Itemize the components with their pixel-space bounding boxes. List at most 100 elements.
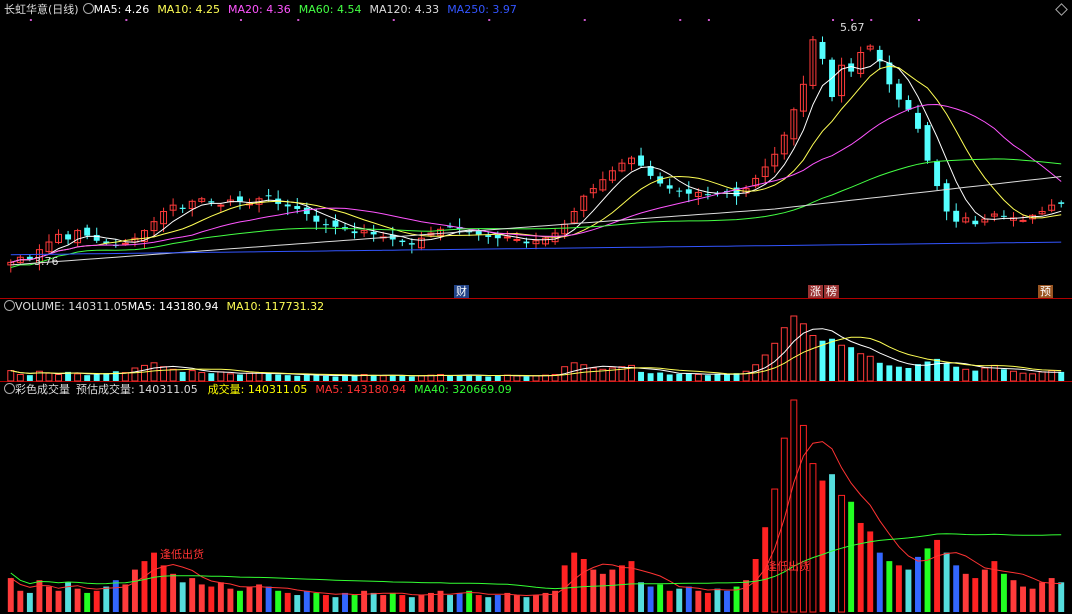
volume-bar: [475, 375, 482, 381]
volume-bar: [303, 374, 310, 381]
volume-bar: [676, 373, 683, 381]
volume-bar: [284, 375, 291, 381]
candle-down: [284, 204, 291, 207]
color-volume-bar: [647, 586, 654, 612]
color-volume-bar: [838, 494, 846, 613]
color-volume-bar: [1020, 586, 1026, 612]
volume-bar: [246, 372, 253, 382]
color-volume-bar: [485, 597, 492, 612]
volume-bar: [389, 375, 396, 381]
color-volume-bar: [829, 474, 835, 612]
candle-down: [523, 241, 530, 244]
candle-down: [265, 195, 272, 197]
volume-bar: [408, 376, 415, 381]
volume-bar: [399, 375, 406, 381]
color-volume-bar: [466, 590, 473, 612]
volume-bar: [972, 370, 979, 381]
color-volume-bar: [943, 552, 950, 612]
candle-down: [638, 155, 645, 166]
volume-bar: [1058, 371, 1065, 381]
volume-bar: [1019, 372, 1027, 382]
candle-down: [84, 227, 91, 236]
color-volume-bar: [275, 590, 282, 612]
volume-bar: [771, 342, 779, 382]
volume-bar: [417, 375, 425, 382]
color-volume-bar: [752, 559, 759, 612]
color-volume-bar: [609, 569, 616, 612]
volume-bar: [724, 374, 730, 381]
cv-ma40-line: [10, 533, 1062, 590]
color-volume-bar: [819, 480, 826, 612]
volume-bar: [217, 371, 225, 382]
volume-bar: [523, 376, 530, 381]
volume-bar: [953, 366, 960, 381]
volume-bar: [351, 375, 358, 381]
ranking-marker[interactable]: 榜: [824, 285, 839, 298]
volume-bar: [208, 373, 215, 381]
signal-dot: [29, 19, 32, 21]
color-volume-bar: [676, 588, 683, 612]
volume-bar: [55, 374, 62, 382]
stock-chart-window: { "main_panel": { "title": "长虹华意(日线)", "…: [0, 0, 1072, 614]
volume-bar: [131, 367, 139, 382]
color-volume-bar: [103, 586, 110, 612]
color-volume-bar: [1039, 582, 1046, 612]
volume-bar: [7, 370, 15, 382]
color-volume-bar: [389, 592, 396, 612]
volume-bar: [886, 365, 893, 381]
volume-bar: [112, 371, 119, 381]
volume-bar: [513, 375, 521, 382]
candle-up: [513, 238, 521, 241]
color-volume-bar: [17, 590, 24, 612]
volume-bar: [294, 375, 301, 381]
volume-bar: [226, 373, 234, 382]
volume-bar: [370, 375, 377, 381]
color-volume-bar: [208, 586, 215, 612]
volume-bar: [829, 338, 835, 381]
candle-down: [475, 231, 482, 235]
candle-down: [399, 240, 406, 243]
color-volume-bar: [265, 586, 272, 612]
finance-marker[interactable]: 财: [454, 285, 469, 298]
color-volume-bar: [399, 595, 406, 612]
candle-down: [494, 234, 501, 239]
color-volume-bar: [418, 595, 425, 612]
volume-bar: [169, 368, 177, 382]
volume-bar: [494, 375, 501, 381]
volume-bar: [332, 376, 339, 381]
volume-bar: [447, 375, 454, 381]
color-volume-bar: [504, 592, 511, 612]
color-volume-bar: [74, 588, 81, 612]
volume-bar: [485, 376, 492, 381]
volume-bar: [1000, 369, 1007, 381]
color-volume-bar: [370, 592, 377, 612]
color-volume-bar: [981, 569, 988, 612]
volume-bar: [74, 373, 82, 382]
color-volume-bar: [380, 595, 387, 612]
forecast-marker[interactable]: 预: [1038, 285, 1053, 298]
volume-bar: [876, 362, 883, 381]
color-volume-bar: [7, 578, 14, 612]
candle-down: [237, 196, 243, 202]
volume-bar: [790, 315, 798, 382]
color-volume-bar: [1029, 588, 1036, 612]
color-volume-bar: [112, 580, 119, 612]
candle-down: [676, 190, 683, 192]
candle-down: [208, 201, 215, 203]
color-volume-bar: [895, 565, 902, 612]
limit-up-marker[interactable]: 涨: [808, 285, 823, 298]
volume-bar: [188, 370, 196, 382]
candle-up: [121, 242, 129, 245]
color-volume-bar: [284, 592, 291, 612]
volume-bar: [45, 372, 53, 382]
volume-bar: [915, 364, 921, 381]
volume-bar: [379, 375, 387, 382]
volume-bar: [704, 375, 711, 381]
signal-dot: [297, 19, 300, 21]
color-volume-bar: [523, 597, 530, 612]
color-volume-bar: [26, 592, 33, 612]
color-volume-bar: [618, 565, 625, 612]
color-volume-bar: [46, 586, 52, 612]
color-volume-bar: [590, 569, 597, 612]
color-volume-bar: [189, 578, 196, 612]
